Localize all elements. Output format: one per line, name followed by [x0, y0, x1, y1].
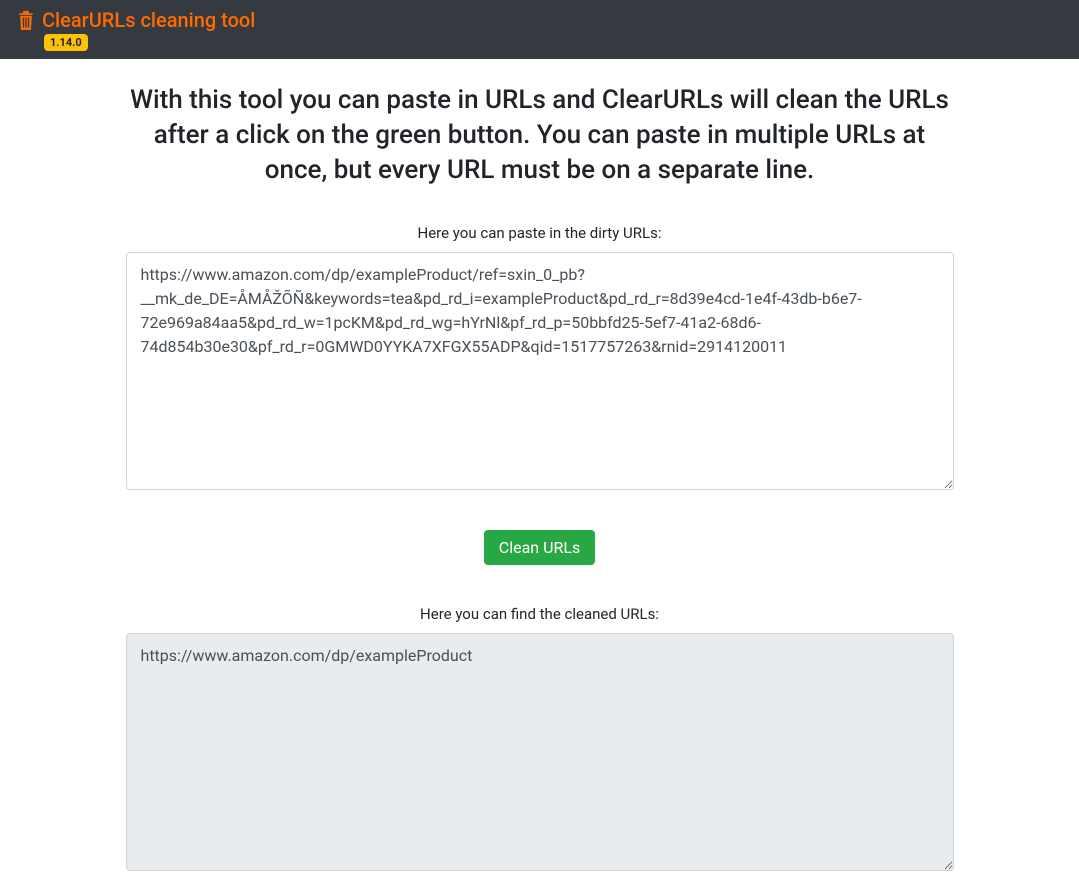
navbar: ClearURLs cleaning tool 1.14.0 — [0, 0, 1079, 59]
app-title: ClearURLs cleaning tool — [42, 8, 255, 32]
version-badge: 1.14.0 — [44, 34, 88, 51]
cleaned-urls-label: Here you can find the cleaned URLs: — [126, 605, 954, 623]
dirty-urls-input[interactable] — [126, 252, 954, 490]
intro-text: With this tool you can paste in URLs and… — [126, 83, 954, 188]
trash-icon — [16, 8, 36, 32]
dirty-urls-label: Here you can paste in the dirty URLs: — [126, 224, 954, 242]
clean-urls-button[interactable]: Clean URLs — [484, 530, 595, 565]
cleaned-urls-output[interactable] — [126, 633, 954, 871]
main-container: With this tool you can paste in URLs and… — [110, 59, 970, 895]
navbar-brand: ClearURLs cleaning tool 1.14.0 — [16, 8, 255, 51]
